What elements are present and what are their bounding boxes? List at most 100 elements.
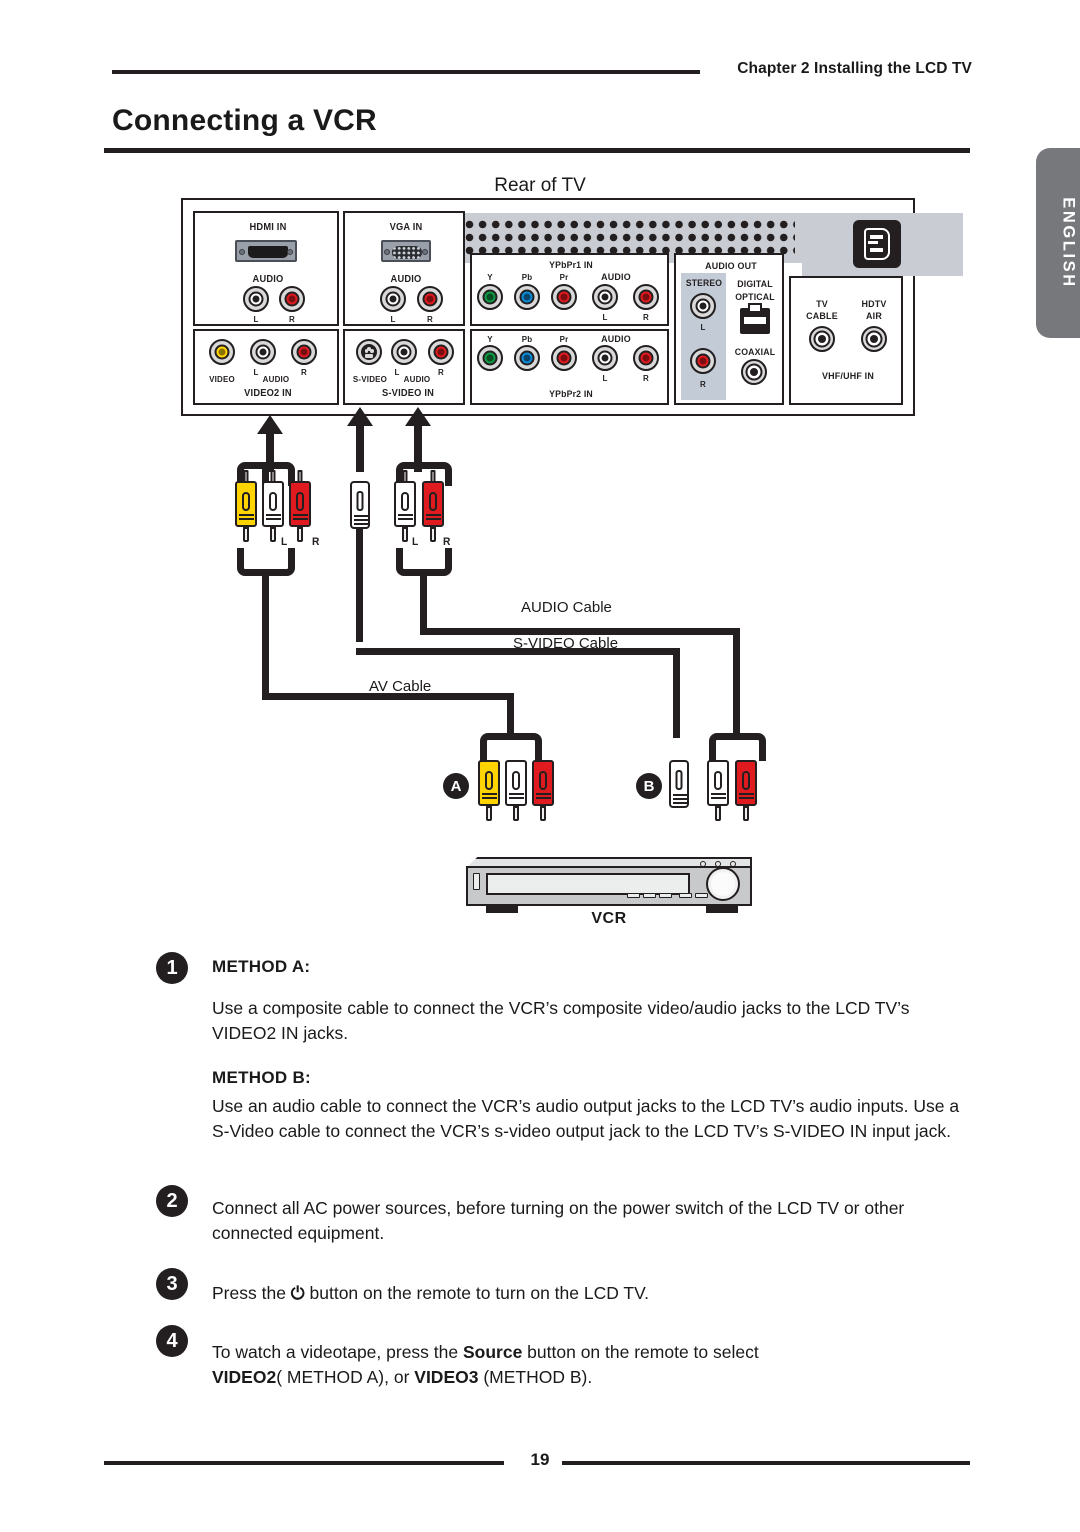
optical-port-icon (740, 303, 770, 334)
language-tab-label: ENGLISH (1059, 197, 1078, 289)
svideo-audio-right-jack (428, 339, 454, 365)
video2-in-label: VIDEO2 IN (244, 388, 292, 399)
manual-page: Chapter 2 Installing the LCD TV Connecti… (0, 0, 1080, 1532)
method-b-body: Use an audio cable to connect the VCR’s … (212, 1095, 960, 1141)
hdmi-in-label: HDMI IN (249, 222, 287, 233)
ypbpr2-pb-label: Pb (521, 334, 533, 344)
av-arrow-head (257, 415, 283, 434)
ac-power-inlet-icon (853, 220, 901, 268)
step-3-number: 3 (156, 1268, 188, 1300)
step-4-line1-after: button on the remote to select (522, 1342, 759, 1362)
video2-in-section: VIDEO L AUDIO R VIDEO2 IN (193, 329, 339, 405)
video2-video-jack (209, 339, 235, 365)
svideo-cable-trunk (356, 527, 363, 642)
ypbpr1-y-jack (477, 284, 503, 310)
coaxial-label: COAXIAL (734, 346, 776, 357)
vcr-tape-slot (486, 873, 690, 895)
header-rule (112, 70, 700, 74)
audio-arrow-head (405, 407, 431, 426)
antenna-tv-cable-jack (809, 326, 835, 352)
antenna-hdtv-air-jack (861, 326, 887, 352)
audio-plug-left-label: L (412, 536, 419, 548)
vhf-uhf-in-label: VHF/UHF IN (822, 371, 874, 382)
audio-cable-label: AUDIO Cable (521, 599, 612, 616)
rear-of-tv-caption: Rear of TV (494, 175, 586, 196)
coaxial-jack (741, 359, 767, 385)
optical-label: OPTICAL (735, 291, 775, 302)
svideo-audio-left-label: L (394, 367, 400, 377)
audio-out-left-jack (690, 293, 716, 319)
hdmi-audio-left-label: L (253, 314, 259, 324)
av-cable-trunk (262, 570, 269, 700)
hdmi-audio-right-jack (279, 286, 305, 312)
video2-audio-right-label: R (301, 367, 307, 377)
ypbpr2-audio-label: AUDIO (601, 334, 631, 345)
vga-audio-right-label: R (427, 314, 433, 324)
video2-audio-label: AUDIO (262, 374, 290, 384)
av-plug-right-label: R (312, 536, 320, 548)
badge-a: A (443, 773, 469, 799)
video2-audio-left-label: L (253, 367, 259, 377)
ypbpr2-pr-jack (551, 345, 577, 371)
ypbpr1-audio-right-jack (633, 284, 659, 310)
av-plug-left-label: L (281, 536, 288, 548)
vcr-side-button (473, 873, 480, 890)
ypbpr2-y-label: Y (487, 334, 493, 344)
method-a-body: Use a composite cable to connect the VCR… (212, 998, 910, 1043)
vga-in-section: VGA IN AUDIO L R (343, 211, 465, 326)
step-4-line-2: VIDEO2( METHOD A), or VIDEO3 (METHOD B). (212, 1365, 952, 1390)
vcr-indicator-led (730, 861, 736, 867)
step-2-number: 2 (156, 1185, 188, 1217)
step-4-number: 4 (156, 1325, 188, 1357)
vcr-indicator-led (700, 861, 706, 867)
step-2-text: Connect all AC power sources, before tur… (212, 1198, 905, 1243)
svideo-cable-run-down (673, 648, 680, 738)
step-4-line2-mid: ( METHOD A), or (276, 1366, 415, 1387)
hdmi-in-section: HDMI IN AUDIO L R (193, 211, 339, 326)
audio-out-section: AUDIO OUT STEREO L R DIGITAL OPTICAL COA… (674, 253, 784, 405)
step-4-line-1: To watch a videotape, press the Source b… (212, 1340, 952, 1365)
method-b-heading: METHOD B: (212, 1067, 312, 1087)
ypbpr1-audio-left-label: L (602, 312, 608, 322)
digital-label: DIGITAL (737, 278, 773, 289)
page-number: 19 (530, 1450, 550, 1469)
svideo-cable-label: S-VIDEO Cable (513, 635, 619, 652)
title-rule (104, 148, 970, 153)
antenna-tv-label: TV (816, 299, 828, 310)
svideo-arrow-head (347, 407, 373, 426)
svideo-audio-left-jack (391, 339, 417, 365)
av-cable-run-down (507, 693, 514, 738)
vga-audio-left-jack (380, 286, 406, 312)
ypbpr1-y-label: Y (487, 272, 493, 282)
ypbpr1-pr-jack (551, 284, 577, 310)
svideo-label: S-VIDEO (352, 374, 388, 384)
antenna-air-label: AIR (866, 311, 882, 322)
source-button-name: Source (462, 1342, 523, 1362)
video2-video-label: VIDEO (209, 374, 235, 384)
svideo-in-label: S-VIDEO IN (382, 388, 434, 399)
svideo-jack (356, 339, 382, 365)
av-cable-label: AV Cable (369, 678, 432, 695)
step-1-text: METHOD A: Use a composite cable to conne… (212, 955, 962, 1144)
chapter-label: Chapter 2 Installing the LCD TV (737, 60, 972, 77)
video2-audio-right-jack (291, 339, 317, 365)
step-3-text-after: button on the remote to turn on the LCD … (304, 1283, 650, 1303)
hdmi-connector-icon (235, 240, 297, 262)
audio-cable-run-horizontal (420, 628, 740, 635)
page-title: Connecting a VCR (112, 104, 377, 137)
ypbpr2-in-label: YPbPr2 IN (549, 388, 593, 399)
badge-b: B (636, 773, 662, 799)
step-4-line1-before: To watch a videotape, press the (212, 1342, 463, 1362)
ypbpr1-pr-label: Pr (559, 272, 569, 282)
ypbpr1-pb-jack (514, 284, 540, 310)
antenna-hdtv-label: HDTV (861, 299, 887, 310)
vcr-button (643, 893, 656, 898)
ypbpr2-audio-right-label: R (643, 373, 649, 383)
ypbpr2-pr-label: Pr (559, 334, 569, 344)
step-4-line2-end: (METHOD B). (478, 1366, 593, 1387)
audio-out-right-label: R (700, 379, 706, 389)
vcr-caption: VCR (591, 910, 627, 927)
ypbpr2-audio-left-jack (592, 345, 618, 371)
vga-in-label: VGA IN (389, 222, 423, 233)
video2-source-name: VIDEO2 (212, 1366, 277, 1387)
